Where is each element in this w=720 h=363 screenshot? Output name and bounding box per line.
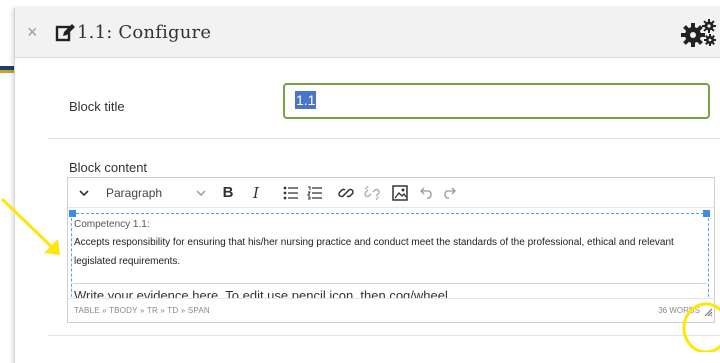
bullet-list-button[interactable] — [282, 178, 300, 208]
configure-dialog: × 1.1: Configure Block title 1.1 Block c… — [14, 8, 720, 363]
competency-title: Competency 1.1: — [74, 219, 150, 230]
cogs-icon[interactable] — [679, 18, 719, 48]
paragraph-format-select[interactable]: Paragraph — [106, 178, 176, 208]
resize-handle[interactable] — [703, 210, 710, 217]
toolbar-toggle-button[interactable] — [76, 178, 92, 208]
link-button[interactable] — [336, 178, 356, 208]
numbered-list-icon — [307, 186, 322, 200]
chevron-down-icon — [196, 190, 206, 196]
editor-statusbar: TABLE » TBODY » TR » TD » SPAN 36 WORDS — [68, 298, 714, 322]
unlink-button[interactable] — [362, 178, 382, 208]
unlink-icon — [364, 185, 380, 201]
block-title-row: Block title 1.1 — [48, 59, 720, 139]
dialog-title: 1.1: Configure — [77, 22, 212, 43]
edit-icon — [55, 24, 75, 42]
redo-button[interactable] — [440, 178, 458, 208]
italic-button[interactable]: I — [248, 178, 264, 208]
section-divider — [48, 335, 720, 336]
bold-button[interactable]: B — [220, 178, 236, 208]
block-title-value: 1.1 — [295, 91, 317, 109]
block-title-input[interactable]: 1.1 — [283, 83, 710, 119]
block-title-label: Block title — [69, 99, 125, 114]
numbered-list-button[interactable] — [306, 178, 324, 208]
table-row-divider — [73, 283, 707, 284]
yellow-circle-annotation — [682, 302, 720, 352]
undo-icon — [420, 187, 432, 199]
redo-icon — [444, 187, 456, 199]
block-content-label: Block content — [69, 160, 148, 175]
dialog-body: Block title 1.1 Block content Paragraph … — [48, 59, 720, 363]
paragraph-dropdown-button[interactable] — [193, 178, 209, 208]
competency-text: Accepts responsibility for ensuring that… — [74, 237, 674, 267]
resize-handle[interactable] — [69, 210, 76, 217]
image-icon — [392, 185, 408, 201]
link-icon — [338, 188, 354, 198]
dialog-header: × 1.1: Configure — [15, 8, 720, 58]
undo-button[interactable] — [418, 178, 436, 208]
yellow-arrow-annotation — [0, 197, 60, 255]
insert-image-button[interactable] — [390, 178, 410, 208]
editor-toolbar: Paragraph B I — [68, 178, 714, 208]
element-path[interactable]: TABLE » TBODY » TR » TD » SPAN — [74, 306, 210, 315]
bullet-list-icon — [283, 186, 298, 200]
close-icon[interactable]: × — [27, 22, 38, 43]
rich-text-editor: Paragraph B I Competency 1.1: Accepts re… — [67, 177, 715, 323]
chevron-down-icon — [79, 190, 89, 196]
